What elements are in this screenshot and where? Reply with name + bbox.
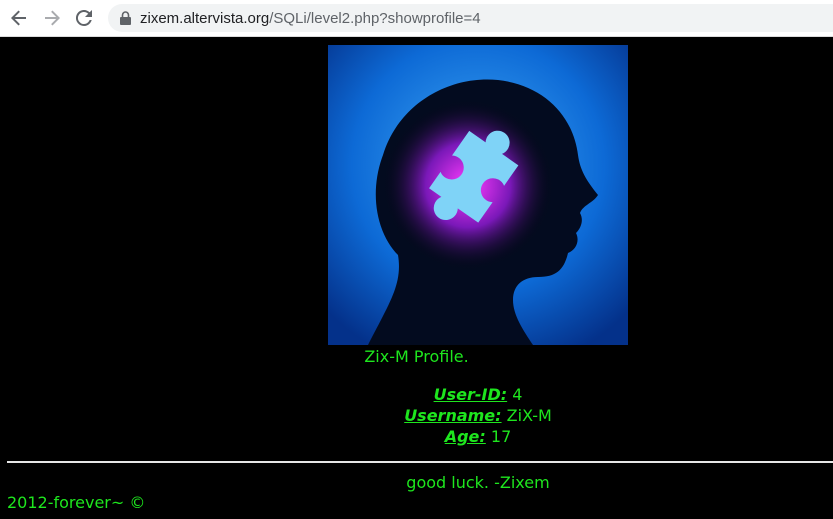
address-bar[interactable]: zixem.altervista.org/SQLi/level2.php?sho… [108, 4, 833, 32]
copyright-text: 2012-forever~ © [7, 493, 146, 512]
field-user-id: User-ID: 4 [0, 384, 833, 405]
reload-icon[interactable] [73, 7, 95, 29]
field-username: Username: ZiX-M [0, 405, 833, 426]
profile-title: Zix-M Profile. [364, 347, 469, 366]
footer-message: good luck. -Zixem [406, 473, 550, 492]
field-age: Age: 17 [0, 426, 833, 447]
back-arrow-icon[interactable] [8, 7, 30, 29]
field-label: User-ID: [433, 385, 508, 404]
field-value: 17 [490, 427, 512, 446]
browser-toolbar: zixem.altervista.org/SQLi/level2.php?sho… [0, 0, 833, 37]
field-label: Age: [444, 427, 486, 446]
lock-icon[interactable] [118, 10, 132, 26]
field-value: ZiX-M [506, 406, 552, 425]
page-content: Zix-M Profile. User-ID: 4 Username: ZiX-… [0, 37, 833, 519]
url-text: zixem.altervista.org/SQLi/level2.php?sho… [140, 10, 481, 27]
profile-fields: User-ID: 4 Username: ZiX-M Age: 17 [0, 384, 833, 447]
url-host: zixem.altervista.org [140, 9, 270, 27]
horizontal-divider [7, 461, 833, 463]
field-label: Username: [404, 406, 502, 425]
forward-arrow-icon[interactable] [41, 7, 63, 29]
url-path: /SQLi/level2.php?showprofile=4 [269, 9, 481, 27]
field-value: 4 [512, 385, 523, 404]
profile-image [328, 45, 628, 345]
